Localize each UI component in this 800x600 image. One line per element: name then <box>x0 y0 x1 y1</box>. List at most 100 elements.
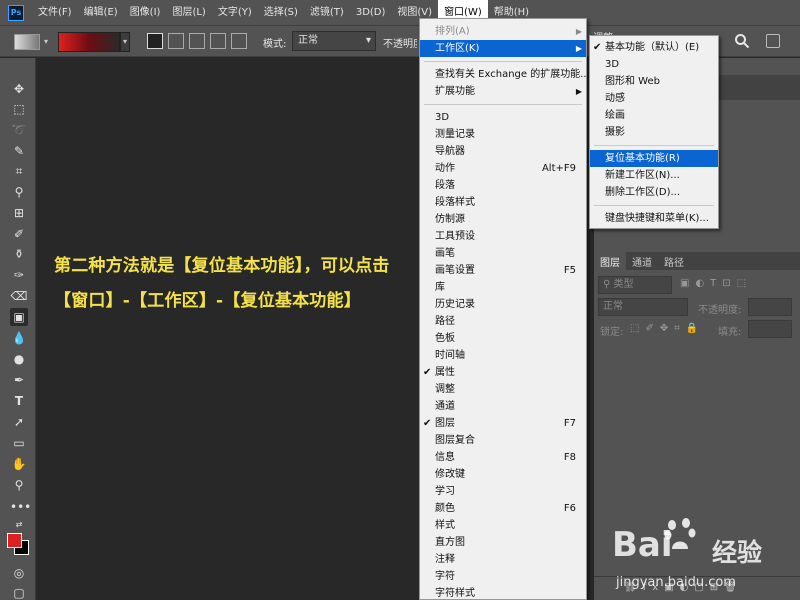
workspace-menu-item[interactable]: ✔ 基本功能（默认）(E) <box>590 39 718 56</box>
window-menu-item[interactable]: 画笔设置 F5 <box>420 262 586 279</box>
hand-tool-icon[interactable]: ✋ <box>10 455 28 473</box>
window-menu-item[interactable]: 测量记录 <box>420 126 586 143</box>
window-menu-item[interactable]: 时间轴 <box>420 347 586 364</box>
window-menu-item[interactable]: 动作 Alt+F9 <box>420 160 586 177</box>
window-menu-item[interactable]: 工作区(K) ▶ <box>420 40 586 57</box>
fill-field[interactable] <box>748 320 792 338</box>
workspace-menu-item[interactable]: 摄影 <box>590 124 718 141</box>
radial-gradient-button[interactable] <box>168 33 184 49</box>
workspace-switcher-icon[interactable] <box>766 34 780 48</box>
linear-gradient-button[interactable] <box>147 33 163 49</box>
document-canvas[interactable]: 第二种方法就是【复位基本功能】，可以点击 【窗口】-【工作区】-【复位基本功能】 <box>37 58 418 600</box>
screen-mode-icon[interactable]: ▢ <box>10 584 28 600</box>
angle-gradient-button[interactable] <box>189 33 205 49</box>
menu-item-3[interactable]: 图层(L) <box>166 0 211 25</box>
window-menu-item[interactable]: 信息 F8 <box>420 449 586 466</box>
workspace-menu-item[interactable]: 复位基本功能(R) <box>590 150 718 167</box>
clone-stamp-tool-icon[interactable]: ⚱ <box>10 245 28 263</box>
tab-channels[interactable]: 通道 <box>626 252 658 270</box>
layer-opacity-field[interactable] <box>748 298 792 316</box>
window-menu-item[interactable]: 学习 <box>420 483 586 500</box>
healing-brush-tool-icon[interactable]: ⊞ <box>10 204 28 222</box>
blur-tool-icon[interactable]: 💧 <box>10 329 28 347</box>
window-menu-item[interactable]: 路径 <box>420 313 586 330</box>
gradient-dropdown-button[interactable]: ▾ <box>120 32 130 52</box>
search-icon[interactable] <box>734 33 750 49</box>
window-menu-item[interactable]: 画笔 <box>420 245 586 262</box>
move-tool-icon[interactable]: ✥ <box>10 80 28 98</box>
window-menu-item[interactable]: 字符样式 <box>420 585 586 600</box>
layer-filter-select[interactable]: ⚲ 类型 <box>598 276 672 294</box>
window-menu-item[interactable]: 注释 <box>420 551 586 568</box>
window-menu-item[interactable]: ✔ 图层 F7 <box>420 415 586 432</box>
workspace-menu-item[interactable]: 绘画 <box>590 107 718 124</box>
dodge-tool-icon[interactable]: ● <box>10 350 28 368</box>
quick-select-tool-icon[interactable]: ✎ <box>10 142 28 160</box>
tab-layers[interactable]: 图层 <box>594 252 626 270</box>
window-menu-item[interactable]: ✔ 属性 <box>420 364 586 381</box>
window-menu-item[interactable]: 调整 <box>420 381 586 398</box>
window-menu-item[interactable]: 历史记录 <box>420 296 586 313</box>
window-menu-item[interactable]: 3D <box>420 109 586 126</box>
brush-tool-icon[interactable]: ✐ <box>10 225 28 243</box>
menu-item-0[interactable]: 文件(F) <box>32 0 78 25</box>
menu-item-4[interactable]: 文字(Y) <box>212 0 258 25</box>
window-menu-item[interactable]: 直方图 <box>420 534 586 551</box>
lock-icons[interactable]: ⬚✐✥⌗🔒 <box>630 323 704 334</box>
path-select-tool-icon[interactable]: ➚ <box>10 413 28 431</box>
eyedropper-tool-icon[interactable]: ⚲ <box>10 183 28 201</box>
crop-tool-icon[interactable]: ⌗ <box>10 162 28 180</box>
gradient-tool-icon[interactable]: ▣ <box>10 308 28 326</box>
tab-paths[interactable]: 路径 <box>658 252 690 270</box>
photoshop-logo-icon[interactable]: Ps <box>8 4 24 21</box>
foreground-color-swatch[interactable] <box>7 533 22 548</box>
workspace-menu-item[interactable]: 图形和 Web <box>590 73 718 90</box>
quick-mask-icon[interactable]: ◎ <box>10 564 28 582</box>
workspace-menu-item[interactable]: 动感 <box>590 90 718 107</box>
chevron-down-icon[interactable]: ▾ <box>44 37 48 46</box>
menu-item-2[interactable]: 图像(I) <box>124 0 167 25</box>
lasso-tool-icon[interactable]: ➰ <box>10 121 28 139</box>
menu-item-6[interactable]: 滤镜(T) <box>304 0 350 25</box>
window-menu-item[interactable]: 扩展功能 ▶ <box>420 83 586 100</box>
window-menu-item-label: 图层 <box>435 418 455 429</box>
marquee-tool-icon[interactable]: ⬚ <box>10 100 28 118</box>
reflected-gradient-button[interactable] <box>210 33 226 49</box>
window-menu-item[interactable]: 仿制源 <box>420 211 586 228</box>
workspace-menu-item[interactable]: 3D <box>590 56 718 73</box>
diamond-gradient-button[interactable] <box>231 33 247 49</box>
window-menu-item[interactable]: 排列(A) ▶ <box>420 23 586 40</box>
window-menu-item[interactable]: 段落 <box>420 177 586 194</box>
window-menu-item[interactable]: 颜色 F6 <box>420 500 586 517</box>
menu-item-7[interactable]: 3D(D) <box>350 0 392 25</box>
menu-item-1[interactable]: 编辑(E) <box>78 0 124 25</box>
window-menu-item[interactable]: 工具预设 <box>420 228 586 245</box>
window-menu-item[interactable]: 样式 <box>420 517 586 534</box>
gradient-swatch[interactable] <box>58 32 120 52</box>
zoom-tool-icon[interactable]: ⚲ <box>10 476 28 494</box>
window-menu-item[interactable]: 图层复合 <box>420 432 586 449</box>
rectangle-tool-icon[interactable]: ▭ <box>10 434 28 452</box>
window-menu-item[interactable]: 导航器 <box>420 143 586 160</box>
window-menu-item[interactable]: 字符 <box>420 568 586 585</box>
workspace-menu-item[interactable]: 新建工作区(N)... <box>590 167 718 184</box>
pen-tool-icon[interactable]: ✒ <box>10 371 28 389</box>
eraser-tool-icon[interactable]: ⌫ <box>10 287 28 305</box>
window-menu-item[interactable]: 库 <box>420 279 586 296</box>
layer-filter-icons[interactable]: ▣◐T⊡⬚ <box>680 278 752 289</box>
history-brush-tool-icon[interactable]: ✑ <box>10 266 28 284</box>
window-menu-item[interactable]: 查找有关 Exchange 的扩展功能... <box>420 66 590 83</box>
tool-preset-picker[interactable] <box>14 34 40 50</box>
window-menu-item[interactable]: 色板 <box>420 330 586 347</box>
window-menu-item[interactable]: 段落样式 <box>420 194 586 211</box>
mode-select[interactable]: 正常 ▾ <box>292 31 376 51</box>
workspace-menu-item[interactable]: 键盘快捷键和菜单(K)... <box>590 210 718 227</box>
window-menu-item[interactable]: 通道 <box>420 398 586 415</box>
type-tool-icon[interactable]: T <box>10 392 28 410</box>
window-menu-item[interactable]: 修改键 <box>420 466 586 483</box>
blend-mode-select[interactable]: 正常 <box>598 298 688 316</box>
more-tools-icon[interactable]: ••• <box>10 498 31 516</box>
workspace-menu-item[interactable]: 删除工作区(D)... <box>590 184 718 201</box>
menu-item-5[interactable]: 选择(S) <box>258 0 304 25</box>
swap-colors-icon[interactable]: ⇄ <box>10 516 28 534</box>
